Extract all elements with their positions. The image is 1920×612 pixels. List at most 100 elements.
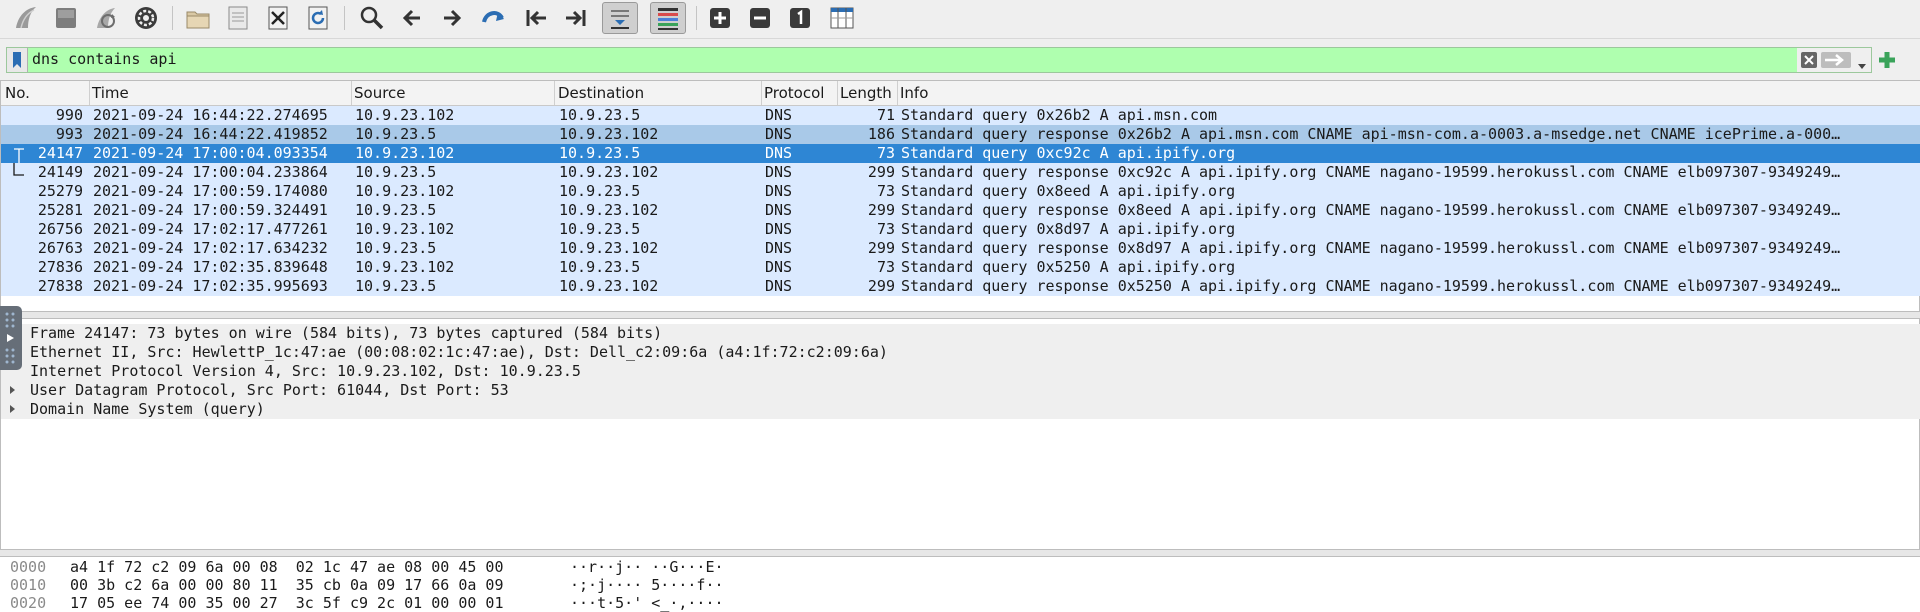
- packet-time: 2021-09-24 17:02:17.477261: [93, 220, 328, 238]
- hex-offset: 0020: [10, 594, 47, 612]
- detail-tree-item[interactable]: Internet Protocol Version 4, Src: 10.9.2…: [1, 362, 1920, 381]
- packet-number: 27836: [37, 258, 83, 276]
- packet-time: 2021-09-24 17:00:59.174080: [93, 182, 328, 200]
- packet-protocol: DNS: [765, 277, 793, 295]
- hex-ascii: ·;·j···· 5····f··: [570, 576, 724, 594]
- toolbar-separator: [344, 6, 345, 30]
- save-file-icon[interactable]: [222, 2, 254, 34]
- packet-list: No. Time Source Destination Protocol Len…: [0, 80, 1920, 312]
- packet-info: Standard query response 0x26b2 A api.msn…: [901, 125, 1841, 143]
- packet-time: 2021-09-24 17:00:59.324491: [93, 201, 328, 219]
- packet-info: Standard query 0x8eed A api.ipify.org: [901, 182, 1236, 200]
- detail-tree-item[interactable]: Domain Name System (query): [1, 400, 1920, 419]
- normal-size-icon[interactable]: [784, 2, 816, 34]
- column-header-no[interactable]: No.: [5, 84, 30, 102]
- hex-row[interactable]: 0020 17 05 ee 74 00 35 00 27 3c 5f c9 2c …: [0, 594, 1920, 612]
- packet-info: Standard query 0xc92c A api.ipify.org: [901, 144, 1236, 162]
- packet-row[interactable]: 24147 2021-09-24 17:00:04.093354 10.9.23.1…: [1, 144, 1920, 163]
- reload-file-icon[interactable]: [302, 2, 334, 34]
- last-packet-icon[interactable]: [560, 2, 592, 34]
- packet-source: 10.9.23.5: [355, 239, 437, 257]
- column-divider[interactable]: [89, 81, 90, 105]
- packet-row[interactable]: 26756 2021-09-24 17:02:17.477261 10.9.23.1…: [1, 220, 1920, 239]
- packet-length: 299: [867, 201, 895, 219]
- display-filter-bar[interactable]: dns contains api: [6, 47, 1872, 73]
- detail-tree-item[interactable]: User Datagram Protocol, Src Port: 61044,…: [1, 381, 1920, 400]
- side-panel-handle[interactable]: [0, 306, 22, 370]
- apply-filter-icon[interactable]: [1821, 51, 1851, 73]
- close-file-icon[interactable]: [262, 2, 294, 34]
- packet-row[interactable]: 27838 2021-09-24 17:02:35.995693 10.9.23.5…: [1, 277, 1920, 296]
- packet-row[interactable]: 26763 2021-09-24 17:02:17.634232 10.9.23.5…: [1, 239, 1920, 258]
- detail-tree-label: User Datagram Protocol, Src Port: 61044,…: [30, 381, 509, 399]
- zoom-out-icon[interactable]: [744, 2, 776, 34]
- packet-destination: 10.9.23.102: [559, 277, 659, 295]
- packet-row[interactable]: 25281 2021-09-24 17:00:59.324491 10.9.23.5…: [1, 201, 1920, 220]
- packet-info: Standard query response 0x8d97 A api.ipi…: [901, 239, 1841, 257]
- capture-options-icon[interactable]: [130, 2, 162, 34]
- packet-destination: 10.9.23.5: [559, 258, 641, 276]
- stop-capture-icon[interactable]: [50, 2, 82, 34]
- packet-row[interactable]: 25279 2021-09-24 17:00:59.174080 10.9.23.1…: [1, 182, 1920, 201]
- packet-row[interactable]: 990 2021-09-24 16:44:22.274695 10.9.23.102…: [1, 106, 1920, 125]
- packet-number: 26763: [37, 239, 83, 257]
- column-divider[interactable]: [351, 81, 352, 105]
- hex-bytes: 00 3b c2 6a 00 00 80 11 35 cb 0a 09 17 6…: [70, 576, 504, 594]
- column-header-time[interactable]: Time: [92, 84, 129, 102]
- start-capture-icon[interactable]: [10, 2, 42, 34]
- packet-destination: 10.9.23.5: [559, 144, 641, 162]
- packet-time: 2021-09-24 16:44:22.274695: [93, 106, 328, 124]
- display-filter-input[interactable]: dns contains api: [32, 50, 177, 68]
- column-divider[interactable]: [897, 81, 898, 105]
- detail-tree-item[interactable]: Frame 24147: 73 bytes on wire (584 bits)…: [1, 324, 1920, 343]
- packet-time: 2021-09-24 17:02:35.995693: [93, 277, 328, 295]
- hex-ascii: ··r··j·· ··G···E·: [570, 558, 724, 576]
- column-divider[interactable]: [554, 81, 555, 105]
- packet-number: 990: [55, 106, 83, 124]
- go-forward-icon[interactable]: [436, 2, 468, 34]
- expand-arrow-icon[interactable]: [10, 405, 15, 413]
- open-file-icon[interactable]: [182, 2, 214, 34]
- packet-length: 73: [876, 182, 895, 200]
- expand-arrow-icon[interactable]: [10, 386, 15, 394]
- toolbar-separator: [696, 6, 697, 30]
- packet-source: 10.9.23.5: [355, 163, 437, 181]
- packet-length: 299: [867, 239, 895, 257]
- hex-row[interactable]: 0000 a4 1f 72 c2 09 6a 00 08 02 1c 47 ae …: [0, 558, 1920, 576]
- packet-protocol: DNS: [765, 163, 793, 181]
- go-to-packet-icon[interactable]: [478, 2, 510, 34]
- filter-bookmark-icon[interactable]: [7, 48, 28, 72]
- packet-destination: 10.9.23.102: [559, 239, 659, 257]
- column-header-destination[interactable]: Destination: [558, 84, 644, 102]
- restart-capture-icon[interactable]: [90, 2, 122, 34]
- column-header-info[interactable]: Info: [900, 84, 928, 102]
- colorize-icon[interactable]: [650, 2, 686, 34]
- packet-info: Standard query response 0x8eed A api.ipi…: [901, 201, 1841, 219]
- filter-history-dropdown-icon[interactable]: [1857, 57, 1867, 75]
- packet-row[interactable]: 24149 2021-09-24 17:00:04.233864 10.9.23.5…: [1, 163, 1920, 182]
- hex-row[interactable]: 0010 00 3b c2 6a 00 00 80 11 35 cb 0a 09 …: [0, 576, 1920, 594]
- add-filter-button-icon[interactable]: [1876, 49, 1900, 71]
- column-header-protocol[interactable]: Protocol: [764, 84, 824, 102]
- packet-source: 10.9.23.5: [355, 201, 437, 219]
- go-back-icon[interactable]: [396, 2, 428, 34]
- packet-protocol: DNS: [765, 220, 793, 238]
- packet-row[interactable]: 27836 2021-09-24 17:02:35.839648 10.9.23.1…: [1, 258, 1920, 277]
- packet-source: 10.9.23.5: [355, 125, 437, 143]
- packet-protocol: DNS: [765, 182, 793, 200]
- column-divider[interactable]: [837, 81, 838, 105]
- zoom-in-icon[interactable]: [704, 2, 736, 34]
- column-header-length[interactable]: Length: [840, 84, 892, 102]
- packet-bytes: 0000 a4 1f 72 c2 09 6a 00 08 02 1c 47 ae …: [0, 556, 1920, 612]
- first-packet-icon[interactable]: [520, 2, 552, 34]
- packet-number: 26756: [37, 220, 83, 238]
- detail-tree-item[interactable]: Ethernet II, Src: HewlettP_1c:47:ae (00:…: [1, 343, 1920, 362]
- packet-row[interactable]: 993 2021-09-24 16:44:22.419852 10.9.23.5 10…: [1, 125, 1920, 144]
- packet-destination: 10.9.23.102: [559, 163, 659, 181]
- column-divider[interactable]: [761, 81, 762, 105]
- column-header-source[interactable]: Source: [354, 84, 406, 102]
- find-packet-icon[interactable]: [356, 2, 388, 34]
- autoscroll-icon[interactable]: [602, 2, 638, 34]
- clear-filter-icon[interactable]: [1801, 52, 1817, 72]
- resize-columns-icon[interactable]: [826, 2, 858, 34]
